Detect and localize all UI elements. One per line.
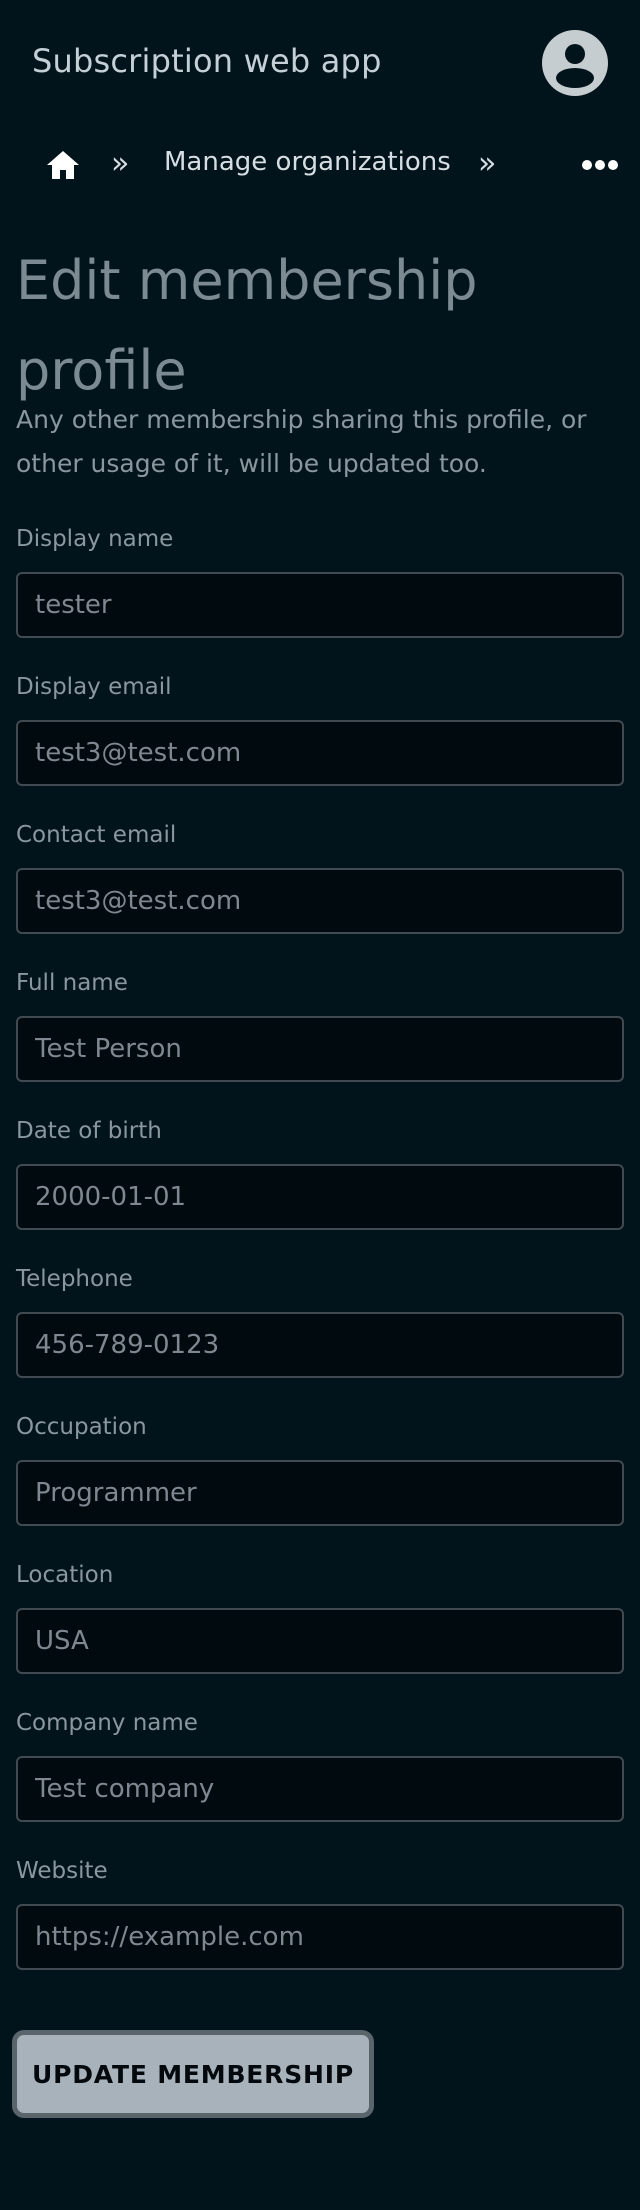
more-options-icon[interactable]: [582, 158, 618, 172]
full-name-label: Full name: [16, 970, 128, 996]
user-avatar-icon[interactable]: [542, 30, 608, 96]
company-name-label: Company name: [16, 1710, 198, 1736]
full-name-input[interactable]: [16, 1016, 624, 1082]
display-email-label: Display email: [16, 674, 172, 700]
contact-email-input[interactable]: [16, 868, 624, 934]
update-membership-button[interactable]: UPDATE MEMBERSHIP: [12, 2030, 374, 2118]
breadcrumb-separator: »: [478, 146, 497, 181]
app-title[interactable]: Subscription web app: [32, 42, 382, 80]
location-label: Location: [16, 1562, 114, 1588]
website-input[interactable]: [16, 1904, 624, 1970]
display-name-input[interactable]: [16, 572, 624, 638]
display-name-label: Display name: [16, 526, 174, 552]
occupation-label: Occupation: [16, 1414, 147, 1440]
telephone-input[interactable]: [16, 1312, 624, 1378]
occupation-input[interactable]: [16, 1460, 624, 1526]
page-title: Edit membership profile: [16, 249, 478, 402]
breadcrumb-manage-organizations[interactable]: Manage organizations: [164, 147, 451, 177]
date-of-birth-input[interactable]: [16, 1164, 624, 1230]
company-name-input[interactable]: [16, 1756, 624, 1822]
contact-email-label: Contact email: [16, 822, 177, 848]
page-description: Any other membership sharing this profil…: [16, 405, 587, 478]
website-label: Website: [16, 1858, 108, 1884]
date-of-birth-label: Date of birth: [16, 1118, 162, 1144]
display-email-input[interactable]: [16, 720, 624, 786]
telephone-label: Telephone: [16, 1266, 133, 1292]
breadcrumb-separator: »: [111, 146, 130, 181]
location-input[interactable]: [16, 1608, 624, 1674]
home-icon[interactable]: [46, 148, 80, 182]
